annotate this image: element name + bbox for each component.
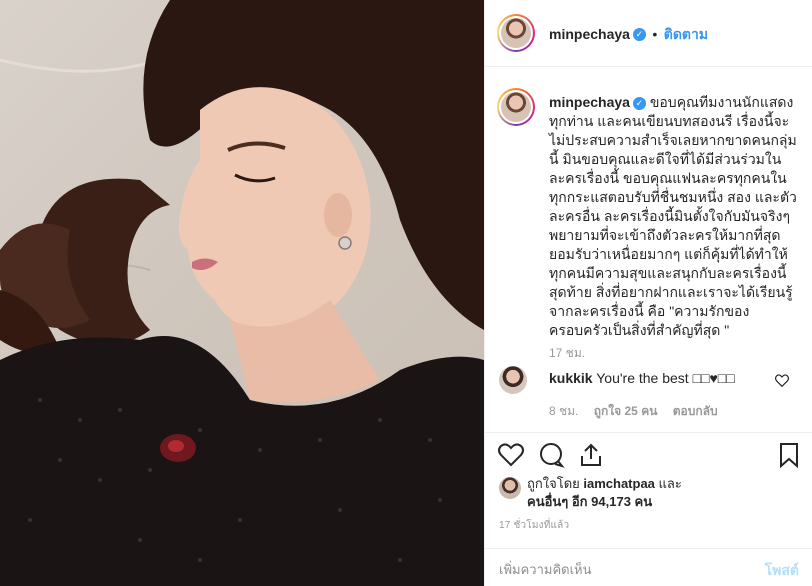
post-comment-button[interactable]: โพสต์ (765, 560, 799, 582)
bookmark-icon[interactable] (775, 441, 803, 469)
share-icon[interactable] (577, 441, 605, 469)
post-photo[interactable] (0, 0, 484, 586)
comment-time[interactable]: 8 ชม. (549, 404, 578, 418)
action-bar (485, 432, 812, 472)
author-avatar[interactable] (497, 14, 535, 52)
post-time[interactable]: 17 ชั่วโมงที่แล้ว (499, 518, 569, 533)
likes-prefix: ถูกใจโดย (527, 476, 580, 491)
comment-meta: 8 ชม. ถูกใจ 25 คน ตอบกลับ (549, 402, 718, 421)
comment-likes[interactable]: ถูกใจ 25 คน (594, 404, 658, 418)
caption-text: ขอบคุณทีมงานนักแสดงทุกท่าน และคนเขียนบทส… (549, 94, 797, 338)
comment-box: โพสต์ (485, 548, 812, 586)
small-heart-icon[interactable] (775, 374, 789, 387)
caption: minpechaya ✓ ขอบคุณทีมงานนักแสดงทุกท่าน แ… (549, 93, 803, 340)
follow-button[interactable]: ติดตาม (664, 26, 708, 42)
caption-author-avatar[interactable] (497, 88, 535, 126)
post-header: minpechaya ✓ • ติดตาม (485, 0, 812, 67)
reply-button[interactable]: ตอบกลับ (673, 404, 718, 418)
post-side-panel: minpechaya ✓ • ติดตาม minpechaya ✓ ขอบคุณท… (484, 0, 812, 586)
comment-username[interactable]: kukkik (549, 370, 593, 386)
caption-time[interactable]: 17 ชม. (549, 344, 585, 363)
comment-icon[interactable] (537, 441, 565, 469)
comment: kukkik You're the best □□♥□□ (549, 369, 769, 387)
portrait-image (0, 0, 484, 586)
comment-input[interactable] (499, 559, 749, 579)
likes-and: และ (658, 476, 682, 491)
liker-avatar[interactable] (499, 477, 521, 499)
author-username[interactable]: minpechaya (549, 26, 630, 42)
others-likes-link[interactable]: คนอื่นๆ อีก 94,173 คน (527, 494, 652, 509)
separator-dot: • (652, 26, 658, 42)
comment-text: You're the best □□♥□□ (596, 370, 735, 386)
liker-username[interactable]: iamchatpaa (583, 476, 655, 491)
verified-badge-icon: ✓ (632, 28, 646, 42)
caption-username[interactable]: minpechaya (549, 94, 630, 110)
verified-badge-icon: ✓ (632, 96, 646, 110)
heart-icon[interactable] (497, 441, 525, 469)
commenter-avatar[interactable] (499, 366, 527, 394)
